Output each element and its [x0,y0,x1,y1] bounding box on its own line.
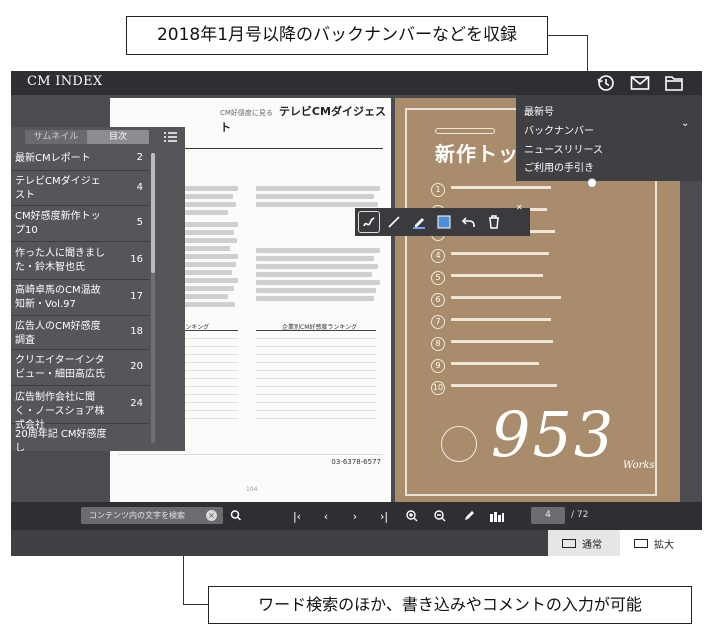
ranking-item: 7 [431,315,551,329]
ranking-item: 5 [431,271,543,285]
view-normal-button[interactable]: 通常 [548,530,620,556]
toc-item[interactable]: 高崎卓馬のCM温故知新・Vol.97 17 [11,280,149,316]
toc-item[interactable]: 最新CMレポート 2 [11,147,149,171]
page-number-input[interactable]: 4 [531,507,565,524]
line-tool-icon[interactable] [383,211,405,233]
toc-item[interactable]: テレビCMダイジェスト 4 [11,171,149,206]
search-box: × [81,507,223,524]
ranking-item: 9 [431,359,539,373]
annotation-toolbar [355,208,530,236]
view-zoom-button[interactable]: 拡大 [620,530,702,556]
callout-backnumber: 2018年1月号以降のバックナンバーなどを収録 [126,16,548,55]
freehand-tool-icon[interactable] [358,211,380,233]
toc-sidebar: サムネイル 目次 最新CMレポート 2 テレビCMダイジェスト 4 CM好感度新作ト… [11,127,185,451]
page-heading: CM好感度に見る テレビCMダイジェスト [220,105,386,134]
sidebar-tabs: サムネイル 目次 [25,130,149,144]
search-icon[interactable] [227,507,245,524]
ranking-item: 6 [431,293,561,307]
zoom-page-icon [634,538,648,548]
toc-item[interactable]: クリエイターインタビュー・細田高広氏 20 [11,350,149,386]
undo-icon[interactable] [458,211,480,233]
top-bar: CM INDEX [11,71,702,95]
clear-icon[interactable]: × [206,510,217,521]
ranking-table-right [256,330,376,430]
list-icon[interactable] [163,129,179,145]
toc-item[interactable]: 広告人のCM好感度調査 18 [11,316,149,350]
leader-line-top [548,35,588,36]
bookshelf-icon[interactable] [488,507,506,525]
previous-page-icon[interactable]: ‹ [317,507,335,525]
color-picker-icon[interactable] [433,211,455,233]
tab-toc[interactable]: 目次 [87,130,149,144]
highlighter-icon[interactable] [408,211,430,233]
first-page-icon[interactable]: |‹ [288,507,306,525]
menu-item-guide[interactable]: ご利用の手引き [524,159,594,174]
works-label: Works [623,460,655,471]
page-number-left: 104 [246,486,258,493]
toc-item[interactable]: 作った人に聞きました・鈴木智也氏 16 [11,242,149,280]
last-page-icon[interactable]: ›| [375,507,393,525]
bottom-toolbar: × |‹ ‹ › ›| 4 / 72 [11,502,702,530]
zoom-out-icon[interactable] [431,507,449,525]
trash-icon[interactable] [483,211,505,233]
issue-tag [435,128,495,134]
search-input[interactable] [81,507,205,524]
works-count: 953 [491,398,616,471]
ranking-item: 4 [431,249,549,263]
total-pages: / 72 [571,510,589,520]
close-icon[interactable]: ✕ [516,203,523,212]
view-mode-bar: 通常 拡大 [11,530,702,556]
app-window: CM INDEX CM好感度に見る テレビCMダイジェスト 企業別CM好感度ラン… [11,71,702,556]
phone-number: 03-6378-6577 [331,458,381,466]
callout-marker [587,178,597,188]
zoom-in-icon[interactable] [403,507,421,525]
next-page-icon[interactable]: › [346,507,364,525]
menu-item-backnumber[interactable]: バックナンバー [524,122,594,137]
ranking-item: 10 [431,381,557,395]
brand-logo: CM INDEX [27,74,103,89]
pen-icon[interactable] [460,507,478,525]
history-icon[interactable] [589,71,623,95]
menu-item-news[interactable]: ニュースリリース [524,141,603,156]
sidebar-scroll-thumb[interactable] [151,153,155,273]
issue-badge [441,426,477,462]
single-page-icon [562,538,576,548]
toc-item[interactable]: 広告制作会社に聞く・ノースショア株式会社 24 [11,386,149,431]
toc-item[interactable]: CM好感度新作トップ10 5 [11,206,149,242]
mail-icon[interactable] [623,71,657,95]
ranking-item: 8 [431,337,553,351]
ranking-item: 1 [431,183,551,197]
leader-line-bottom [183,604,208,605]
tab-thumbnail[interactable]: サムネイル [25,130,87,144]
folder-icon[interactable] [657,71,691,95]
chevron-down-icon[interactable]: ⌄ [681,118,689,129]
backnumber-menu: 最新号 バックナンバー ニュースリリース ご利用の手引き [516,95,702,181]
menu-item-latest[interactable]: 最新号 [524,103,554,118]
callout-search: ワード検索のほか、書き込みやコメントの入力が可能 [208,586,692,624]
toc-item[interactable]: 20周年記 CM好感度し [11,424,149,451]
